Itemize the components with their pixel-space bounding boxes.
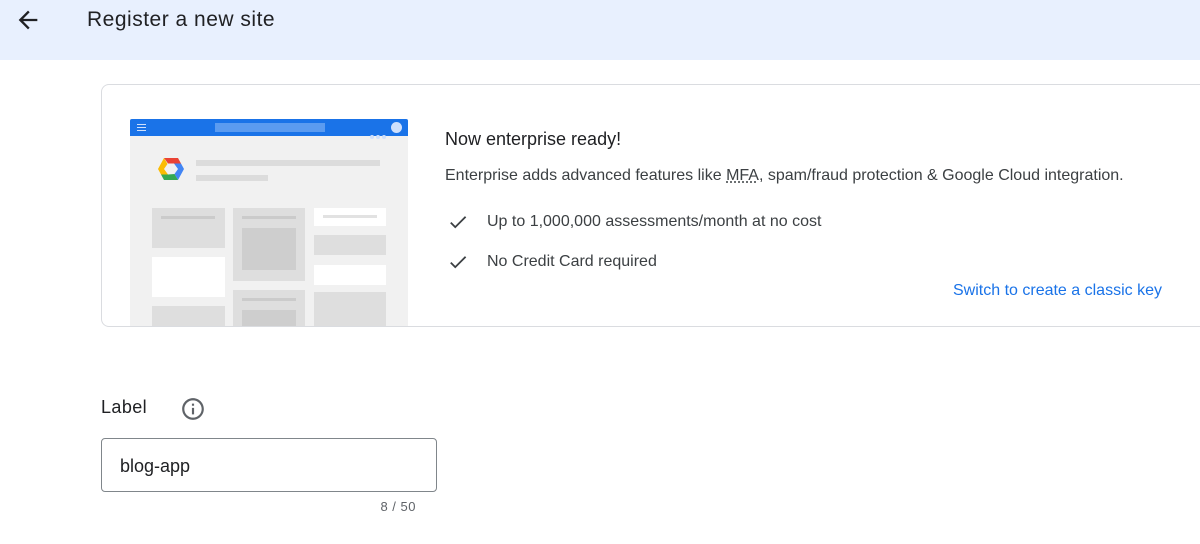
mfa-abbreviation: MFA (726, 167, 759, 184)
label-input-field[interactable] (101, 438, 437, 492)
promo-headline: Now enterprise ready! (445, 129, 622, 149)
google-cloud-logo-icon (158, 158, 184, 180)
illustration-more-icon (370, 126, 390, 139)
info-icon (182, 398, 204, 420)
illustration-tile (233, 208, 305, 281)
back-button[interactable] (14, 6, 42, 34)
label-input[interactable] (120, 453, 420, 479)
switch-to-classic-key-link[interactable]: Switch to create a classic key (953, 282, 1162, 300)
promo-description-text: , spam/fraud protection & Google Cloud i… (758, 167, 1124, 184)
illustration-tile (152, 208, 225, 248)
benefit-item: No Credit Card required (447, 250, 657, 274)
label-field-title: Label (101, 397, 148, 417)
illustration-tile (314, 292, 386, 326)
illustration-tile (314, 235, 386, 255)
illustration-tile (152, 257, 225, 297)
illustration-text-line (196, 175, 268, 181)
promo-description: Enterprise adds advanced features like M… (445, 167, 1124, 185)
check-icon (450, 256, 467, 269)
illustration-tile (152, 306, 225, 326)
illustration-tile (233, 290, 305, 326)
illustration-url-bar (215, 123, 325, 132)
illustration-tile (314, 208, 386, 226)
promo-illustration (130, 119, 408, 326)
illustration-avatar (391, 122, 402, 133)
benefit-item: Up to 1,000,000 assessments/month at no … (447, 210, 821, 234)
check-icon (450, 216, 467, 229)
illustration-browser-bar (130, 119, 408, 139)
top-app-bar: Register a new site (0, 0, 1200, 60)
page-title: Register a new site (87, 8, 276, 31)
promo-description-text: Enterprise adds advanced features like (445, 167, 727, 184)
arrow-back-icon (18, 10, 38, 30)
character-counter: 8 / 50 (380, 499, 416, 514)
enterprise-promo-card: Now enterprise ready! Enterprise adds ad… (101, 84, 1200, 327)
benefit-text: No Credit Card required (487, 253, 657, 270)
illustration-menu-icon (137, 124, 146, 131)
illustration-text-line (196, 160, 380, 166)
benefit-text: Up to 1,000,000 assessments/month at no … (487, 213, 822, 230)
illustration-tile (314, 265, 386, 285)
info-button[interactable] (180, 396, 206, 422)
